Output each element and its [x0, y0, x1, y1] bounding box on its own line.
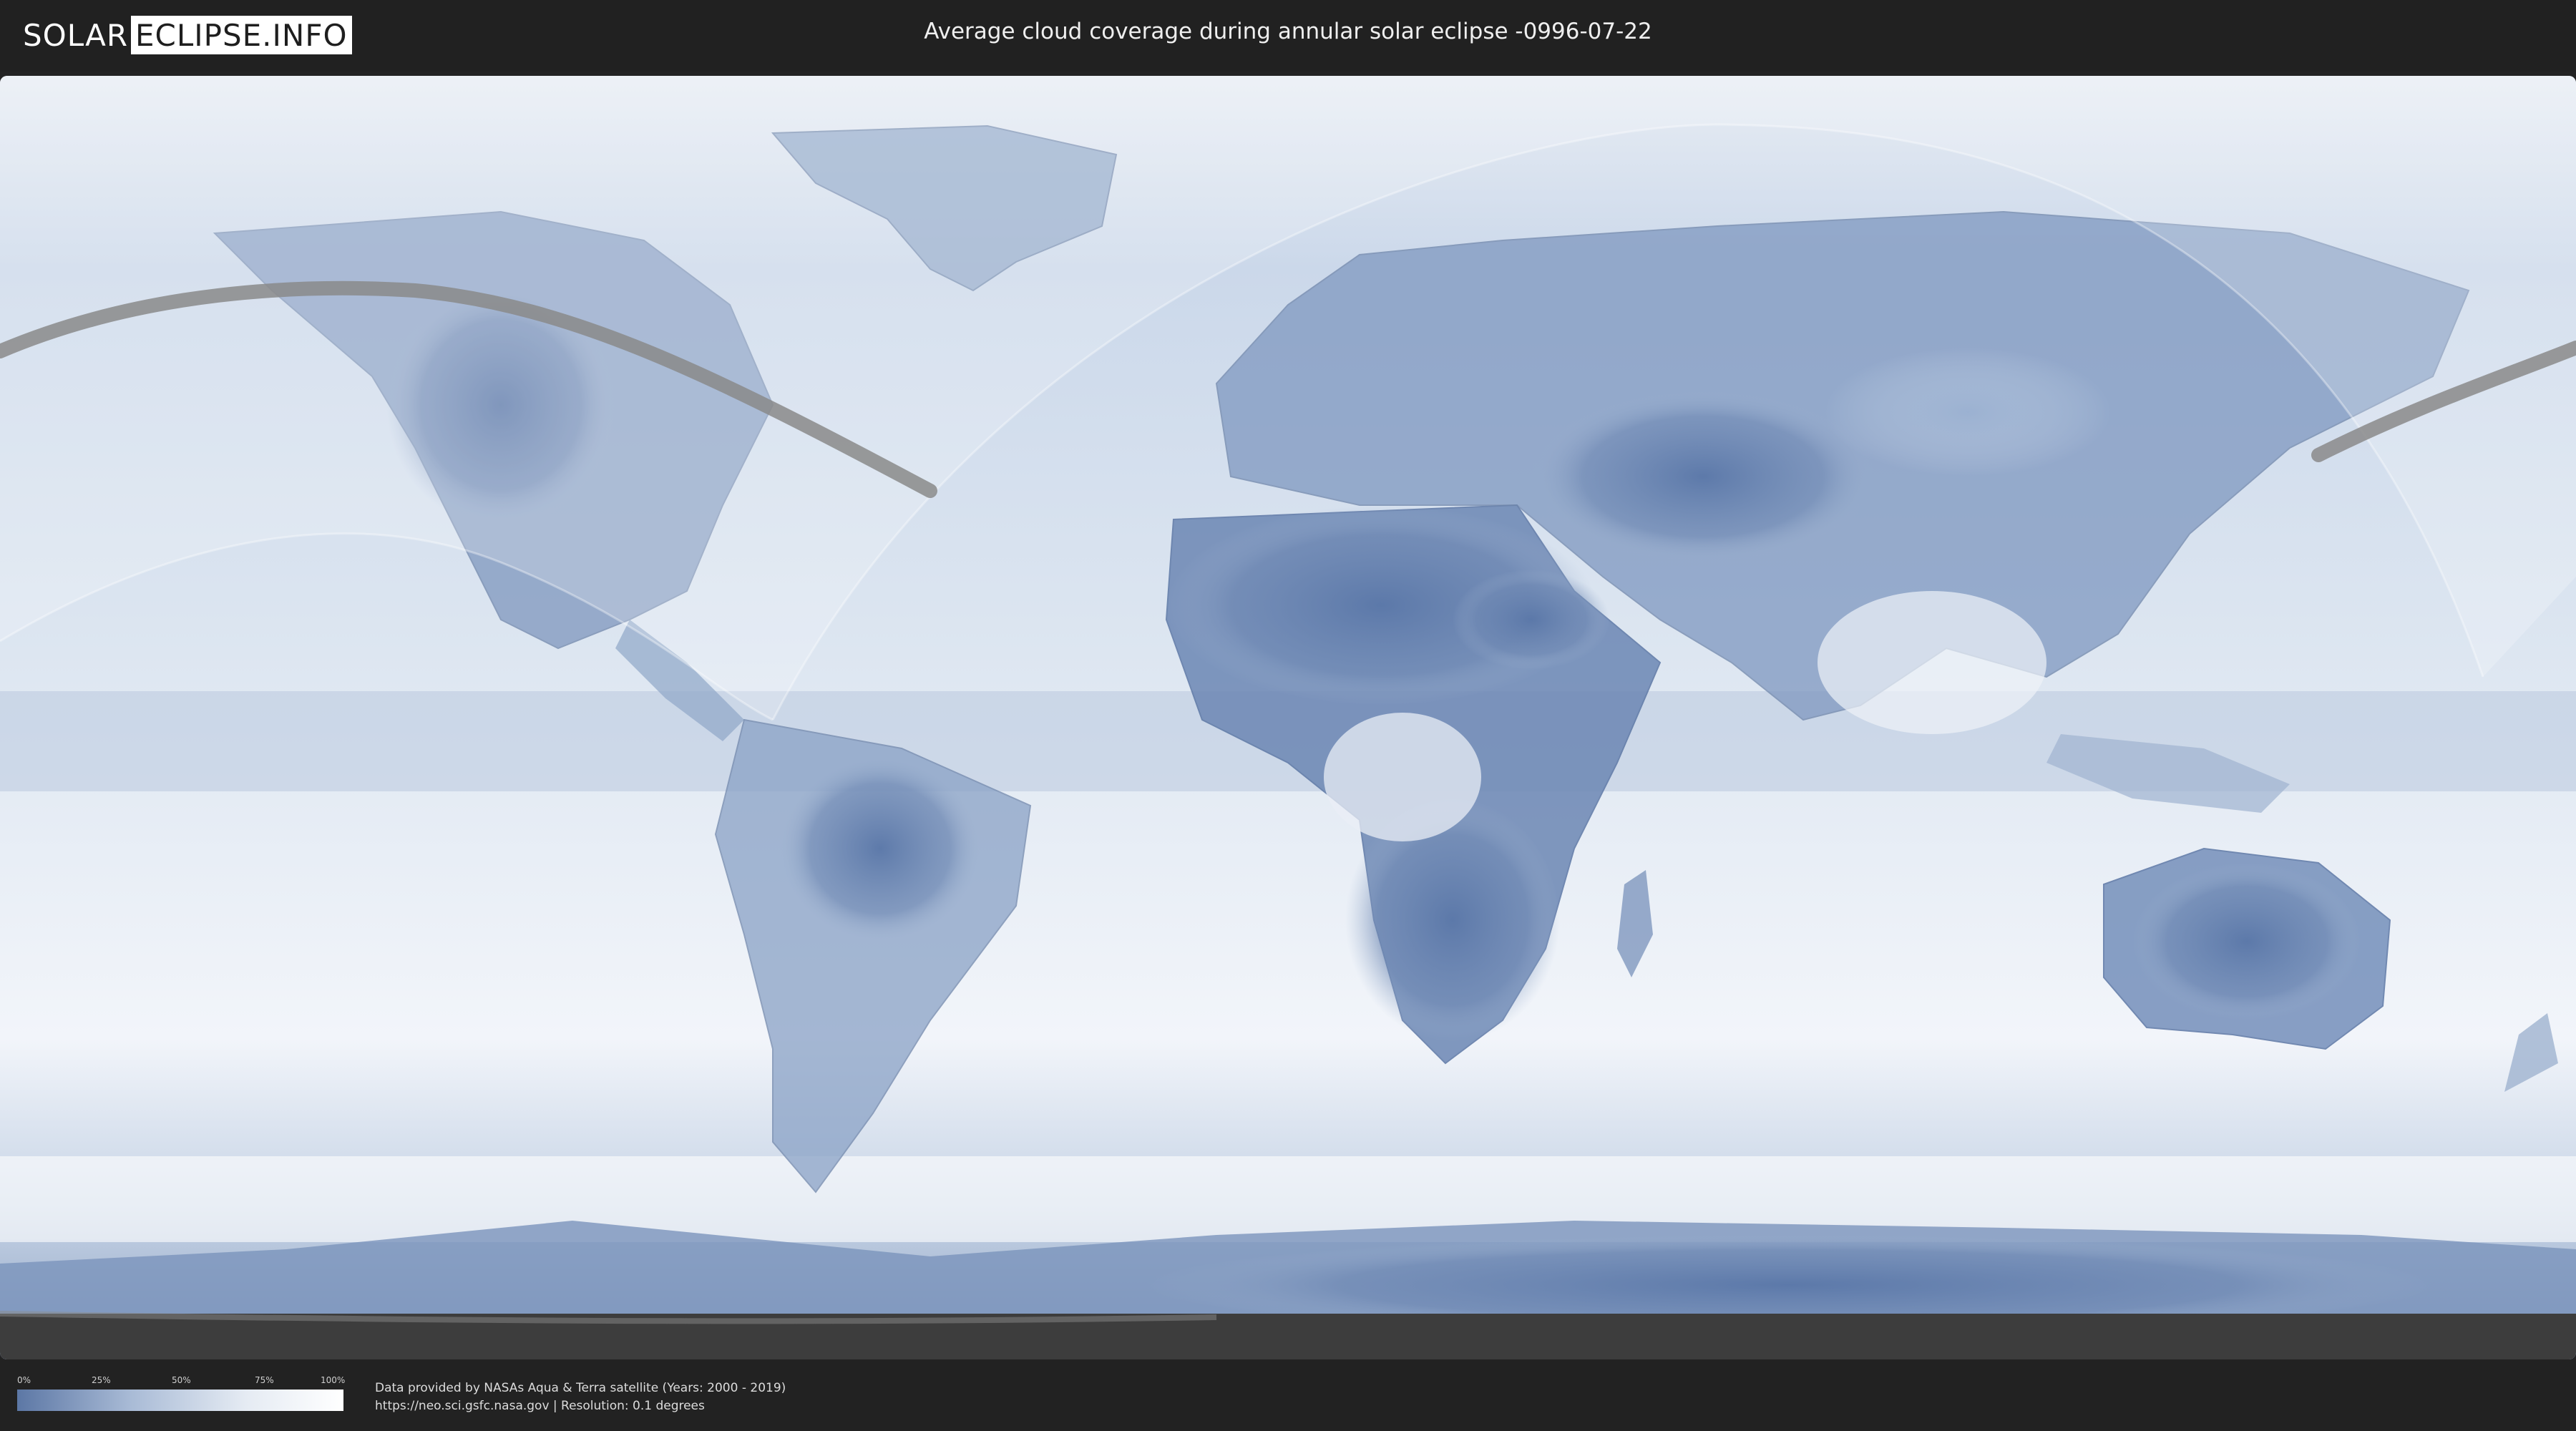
india-monsoon-clouds: [1818, 591, 2046, 734]
legend-gradient-bar: [17, 1390, 343, 1411]
data-credits: Data provided by NASAs Aqua & Terra sate…: [375, 1379, 786, 1415]
credit-line-url: https://neo.sci.gsfc.nasa.gov | Resoluti…: [375, 1399, 705, 1413]
page-title: Average cloud coverage during annular so…: [924, 19, 1652, 44]
legend-tick-50: 50%: [172, 1375, 191, 1385]
arabia-clear-sky: [1453, 570, 1610, 670]
legend-tick-100: 100%: [321, 1375, 346, 1385]
credit-line-source: Data provided by NASAs Aqua & Terra sate…: [375, 1381, 786, 1395]
legend-tick-0: 0%: [17, 1375, 31, 1385]
map-canvas: [0, 76, 2576, 1359]
cloud-coverage-legend: 0% 25% 50% 75% 100%: [17, 1375, 346, 1411]
middle-east-clear-sky: [1531, 391, 1875, 562]
australia-clear-sky: [2132, 863, 2361, 1020]
cloud-coverage-map: [0, 76, 2576, 1359]
legend-tick-75: 75%: [255, 1375, 274, 1385]
legend-ticks: 0% 25% 50% 75% 100%: [17, 1375, 346, 1387]
southern-cloud-band: [0, 1156, 2576, 1242]
header-bar: SOLAR ECLIPSE.INFO Average cloud coverag…: [0, 0, 2576, 72]
legend-tick-25: 25%: [92, 1375, 111, 1385]
central-africa-clouds: [1324, 713, 1481, 841]
south-america-clear-sky: [780, 756, 980, 942]
central-asia-clear-sky: [1825, 348, 2111, 477]
